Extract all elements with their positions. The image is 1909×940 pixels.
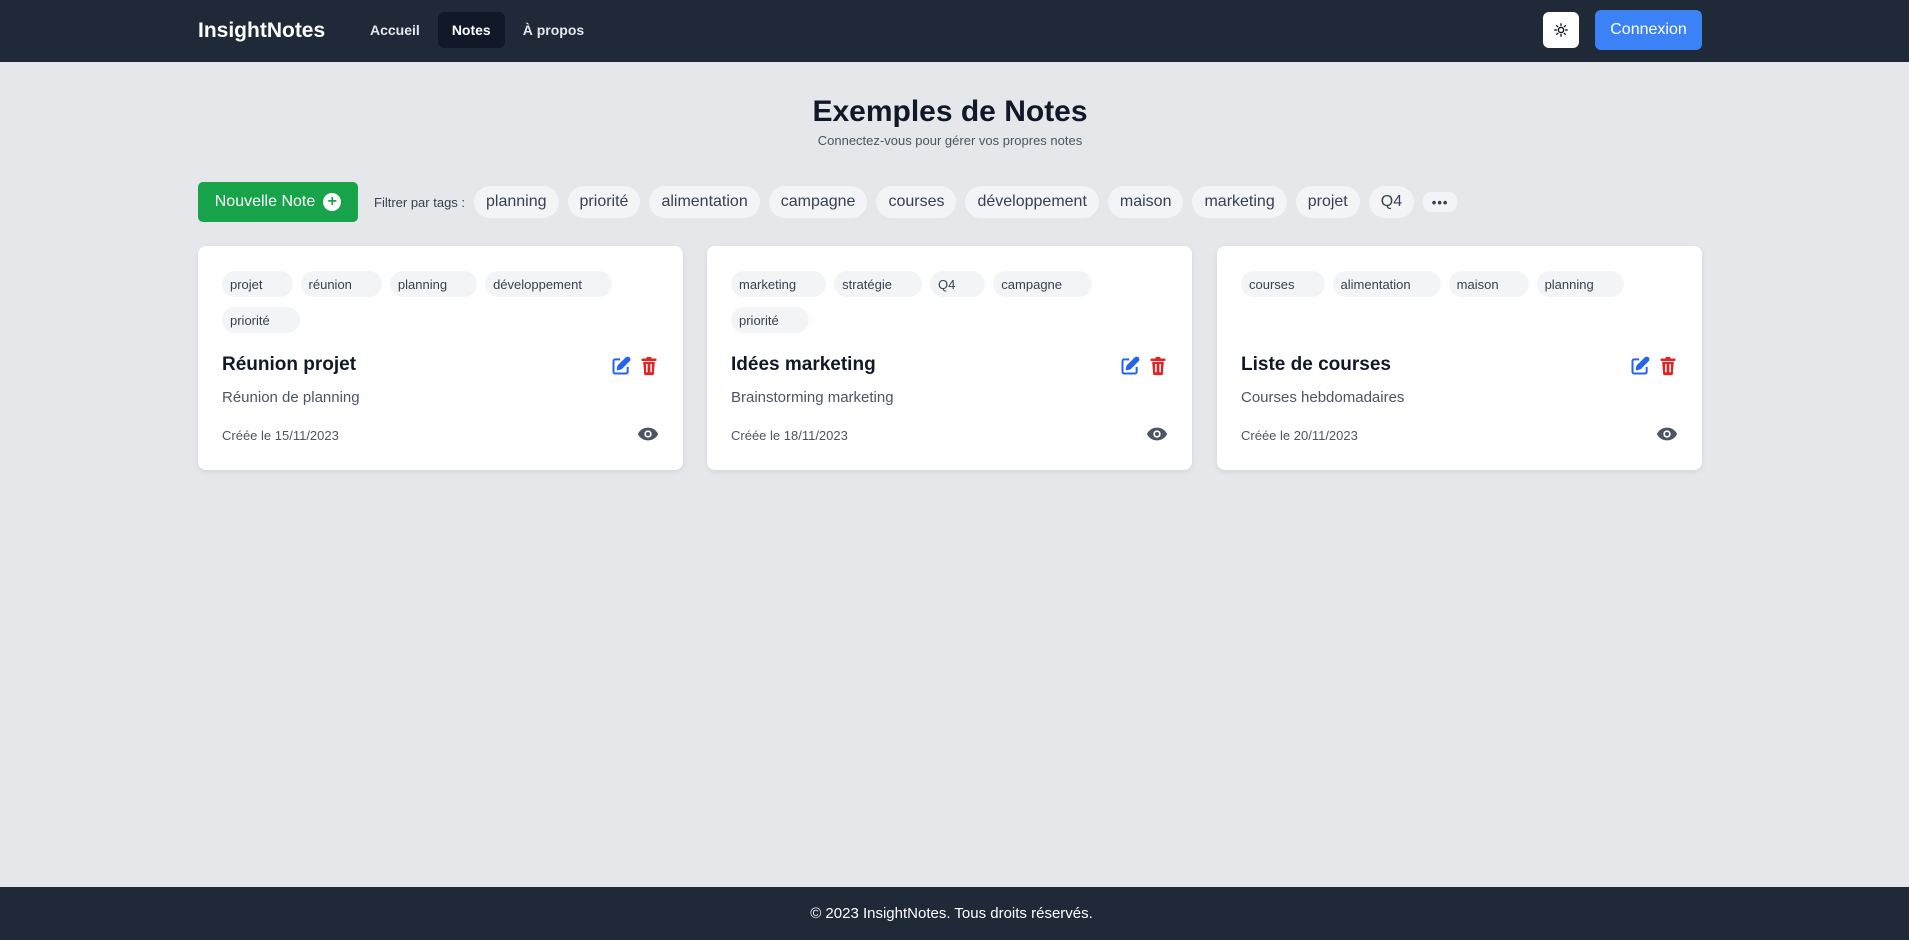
note-date: Créée le 18/11/2023 <box>731 428 848 443</box>
page-footer: © 2023 InsightNotes. Tous droits réservé… <box>0 887 1909 940</box>
note-tag: stratégie <box>834 271 922 297</box>
tag-filter-bar: Filtrer par tags : planning priorité ali… <box>374 186 1458 218</box>
filter-tag-projet[interactable]: projet <box>1295 186 1360 218</box>
note-title[interactable]: Idées marketing <box>731 354 876 376</box>
nav-item-accueil[interactable]: Accueil <box>356 12 434 48</box>
filter-label: Filtrer par tags : <box>374 194 466 210</box>
page-subtitle: Connectez-vous pour gérer vos propres no… <box>817 133 1083 148</box>
filter-tag-marketing[interactable]: marketing <box>1192 186 1287 218</box>
note-date: Créée le 20/11/2023 <box>1241 428 1358 443</box>
note-tag: alimentation <box>1332 271 1441 297</box>
eye-icon <box>1146 427 1168 441</box>
note-tag: marketing <box>731 271 827 297</box>
top-navbar: InsightNotes Accueil Notes À propos Conn… <box>0 0 1909 62</box>
note-description: Courses hebdomadaires <box>1241 389 1405 406</box>
note-tag: planning <box>1536 271 1624 297</box>
eye-icon <box>637 427 659 441</box>
note-title[interactable]: Réunion projet <box>222 354 356 376</box>
filter-tag-priorite[interactable]: priorité <box>567 186 641 218</box>
note-tags: marketing stratégie Q4 campagne priorité <box>731 271 1151 333</box>
note-tags: courses alimentation maison planning <box>1241 271 1661 297</box>
brand-logo[interactable]: InsightNotes <box>198 19 325 43</box>
filter-tag-campagne[interactable]: campagne <box>768 186 868 218</box>
note-tag: réunion <box>300 271 382 297</box>
note-tag: développement <box>485 271 612 297</box>
nav-item-notes[interactable]: Notes <box>437 12 505 48</box>
filter-tag-alimentation[interactable]: alimentation <box>649 186 760 218</box>
note-tag: Q4 <box>929 271 986 297</box>
filter-tag-q4[interactable]: Q4 <box>1368 186 1415 218</box>
edit-icon[interactable] <box>611 356 631 376</box>
note-title[interactable]: Liste de courses <box>1241 354 1391 376</box>
more-tags-button[interactable]: ••• <box>1423 192 1458 212</box>
plus-circle-icon: + <box>323 193 342 211</box>
note-date: Créée le 15/11/2023 <box>222 428 339 443</box>
ellipsis-icon: ••• <box>1431 194 1449 210</box>
nav-item-a-propos[interactable]: À propos <box>509 12 598 48</box>
new-note-button[interactable]: Nouvelle Note + <box>198 182 358 222</box>
filter-tag-planning[interactable]: planning <box>474 186 559 218</box>
view-note-button[interactable] <box>637 426 659 447</box>
note-tag: priorité <box>731 307 809 333</box>
view-note-button[interactable] <box>1656 426 1678 447</box>
filter-tag-courses[interactable]: courses <box>876 186 957 218</box>
note-tag: priorité <box>222 307 300 333</box>
filter-tag-developpement[interactable]: développement <box>965 186 1099 218</box>
theme-toggle-button[interactable] <box>1543 12 1579 48</box>
login-button[interactable]: Connexion <box>1595 10 1702 50</box>
note-card: courses alimentation maison planning Lis… <box>1217 246 1702 470</box>
new-note-label: Nouvelle Note <box>214 193 316 210</box>
note-tag: projet <box>222 271 293 297</box>
edit-icon[interactable] <box>1120 356 1140 376</box>
eye-icon <box>1656 427 1678 441</box>
edit-icon[interactable] <box>1630 356 1650 376</box>
page-title: Exemples de Notes <box>812 95 1088 128</box>
note-card: marketing stratégie Q4 campagne priorité… <box>707 246 1192 470</box>
main-nav: Accueil Notes À propos <box>356 12 598 48</box>
note-tag: maison <box>1448 271 1529 297</box>
note-actions <box>1630 356 1678 376</box>
footer-copyright: © 2023 InsightNotes. Tous droits réservé… <box>810 905 1093 922</box>
note-tag: planning <box>389 271 478 297</box>
note-tags: projet réunion planning développement pr… <box>222 271 642 333</box>
note-actions <box>1120 356 1168 376</box>
filter-tag-maison[interactable]: maison <box>1107 186 1184 218</box>
note-actions <box>611 356 659 376</box>
note-card: projet réunion planning développement pr… <box>198 246 683 470</box>
note-tag: courses <box>1241 271 1325 297</box>
trash-icon[interactable] <box>639 356 659 376</box>
sun-icon <box>1554 23 1568 37</box>
note-description: Brainstorming marketing <box>731 389 894 406</box>
view-note-button[interactable] <box>1146 426 1168 447</box>
trash-icon[interactable] <box>1658 356 1678 376</box>
note-description: Réunion de planning <box>222 389 360 406</box>
note-tag: campagne <box>993 271 1093 297</box>
trash-icon[interactable] <box>1148 356 1168 376</box>
